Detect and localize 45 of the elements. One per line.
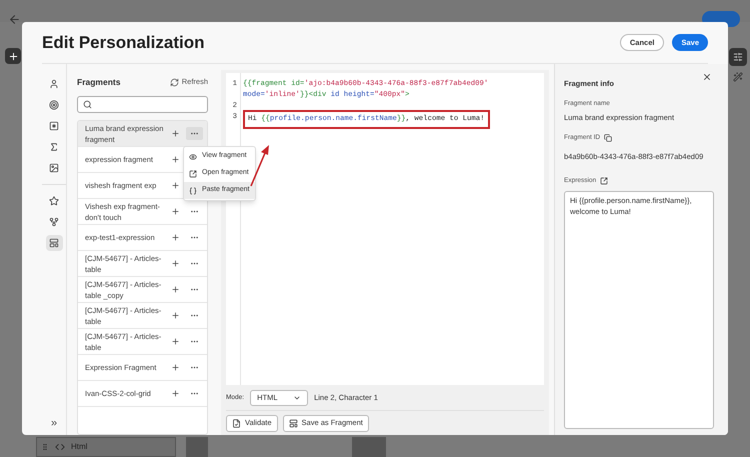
back-arrow-icon[interactable]	[8, 13, 21, 26]
copy-icon[interactable]	[604, 134, 612, 142]
background-block	[186, 437, 208, 457]
code-icon	[55, 442, 65, 452]
braces-icon	[189, 186, 197, 194]
expand-rail-button[interactable]: »	[50, 418, 58, 429]
branch-icon	[49, 217, 59, 227]
add-icon[interactable]	[171, 285, 180, 294]
annotation-arrow	[250, 145, 270, 187]
background-block	[352, 437, 386, 457]
add-button[interactable]	[5, 48, 21, 64]
star-icon	[49, 196, 59, 206]
add-icon[interactable]	[171, 129, 180, 138]
asterisk-box-icon	[49, 121, 59, 131]
image-icon	[49, 163, 59, 173]
refresh-icon	[170, 78, 179, 86]
eye-icon	[189, 152, 197, 160]
rail-tab[interactable]	[46, 235, 62, 251]
drag-handle-icon	[41, 443, 49, 451]
search-field[interactable]	[77, 96, 208, 113]
add-icon[interactable]	[171, 259, 180, 268]
person-icon	[49, 79, 59, 89]
target-icon	[49, 100, 59, 110]
open-icon[interactable]	[600, 177, 608, 186]
wand-icon[interactable]	[733, 72, 743, 82]
file-check-icon	[232, 418, 241, 428]
dialog-title: Edit Personalization	[42, 32, 204, 54]
add-icon[interactable]	[171, 233, 180, 242]
add-icon[interactable]	[171, 311, 180, 320]
search-icon	[83, 100, 92, 109]
add-icon[interactable]	[171, 363, 180, 372]
add-icon[interactable]	[171, 155, 180, 164]
sigma-icon	[49, 142, 59, 152]
add-icon[interactable]	[171, 181, 180, 190]
open-external-icon	[189, 170, 197, 178]
add-icon[interactable]	[171, 337, 180, 346]
sliders-icon	[733, 52, 743, 62]
settings-button[interactable]	[729, 48, 747, 66]
fragments-heading: Fragments	[77, 76, 120, 88]
add-icon[interactable]	[171, 207, 180, 216]
plus-icon	[8, 50, 18, 62]
layout-icon	[49, 238, 59, 248]
layout-icon	[288, 418, 298, 428]
add-icon[interactable]	[171, 389, 180, 398]
close-icon[interactable]	[702, 72, 712, 82]
